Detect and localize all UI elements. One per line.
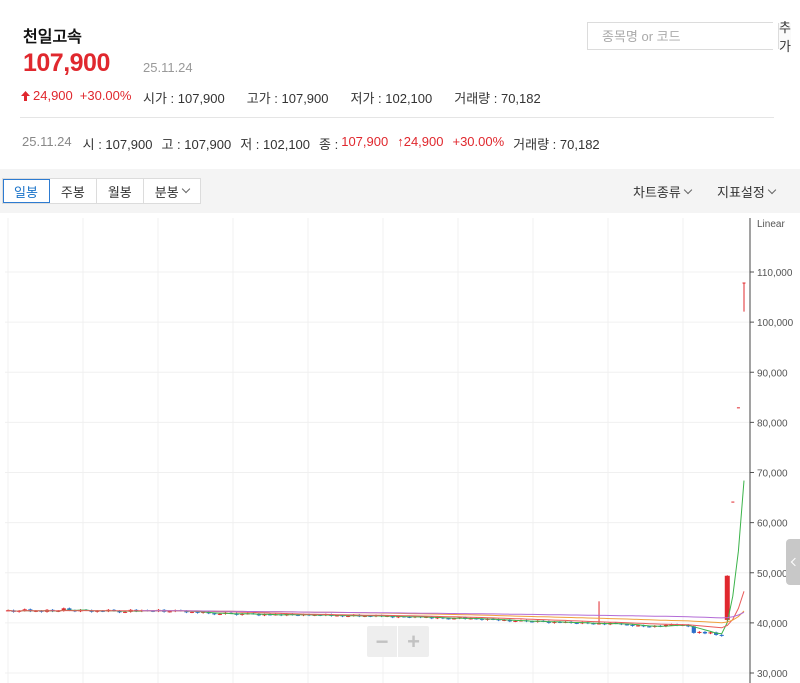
candle-body — [708, 632, 713, 634]
chevron-down-icon — [683, 185, 693, 194]
y-tick-label: 110,000 — [757, 268, 793, 279]
y-tick-label: 60,000 — [757, 519, 788, 530]
price-change: 24,900 +30.00% — [21, 88, 131, 103]
tab-weekly[interactable]: 주봉 — [50, 179, 97, 203]
summary-change: ↑24,900 — [397, 134, 444, 149]
candle-body — [630, 624, 635, 626]
current-price: 107,900 — [23, 49, 110, 77]
y-tick-label: 90,000 — [757, 368, 788, 379]
stock-search: 추가 — [587, 20, 791, 54]
y-tick-label: 50,000 — [757, 569, 788, 580]
summary-open: 시 : 107,900 — [82, 137, 153, 152]
change-amount: 24,900 — [33, 88, 73, 103]
zoom-controls: − + — [367, 626, 429, 657]
candle-body — [635, 625, 641, 627]
summary-close-label: 종 : — [319, 137, 339, 152]
y-tick-label: 70,000 — [757, 469, 788, 480]
summary-date: 25.11.24 — [22, 134, 72, 149]
indicator-label: 지표설정 — [717, 185, 765, 200]
y-tick-label: 100,000 — [757, 318, 794, 329]
summary-low: 저 : 102,100 — [240, 137, 311, 152]
moving-average-line — [7, 591, 745, 629]
candle-body — [217, 613, 222, 615]
chevron-left-icon — [790, 557, 799, 567]
add-button[interactable]: 추가 — [778, 20, 791, 54]
change-percent: +30.00% — [79, 88, 132, 103]
tab-minute[interactable]: 분봉 — [144, 179, 200, 203]
divider — [20, 117, 774, 118]
candle-body — [513, 620, 518, 622]
summary-high: 고 : 107,900 — [161, 137, 232, 152]
chart-type-menu[interactable]: 차트종류 — [633, 182, 693, 201]
search-input[interactable] — [588, 23, 778, 49]
summary-volume: 거래량 : 70,182 — [513, 137, 600, 152]
y-tick-label: 80,000 — [757, 418, 788, 429]
period-tabs: 일봉 주봉 월봉 분봉 — [2, 178, 201, 204]
panel-toggle-button[interactable] — [786, 539, 800, 585]
tab-minute-label: 분봉 — [154, 184, 179, 200]
y-tick-label: 30,000 — [757, 669, 788, 680]
candle-body — [731, 501, 735, 503]
candlestick-chart[interactable]: 110,000 100,000 90,000 80,000 70,000 60,000 50… — [0, 213, 800, 683]
candle-body — [647, 626, 652, 628]
ohlc-row: 시가 : 107,900 고가 : 107,900 저가 : 102,100 거… — [143, 88, 563, 107]
chevron-down-icon — [181, 184, 190, 194]
scale-label: Linear — [757, 219, 785, 230]
y-tick-label: 40,000 — [757, 619, 788, 630]
up-arrow-icon — [21, 90, 30, 101]
chart-toolbar: 일봉 주봉 월봉 분봉 차트종류 지표설정 — [0, 169, 800, 213]
price-date: 25.11.24 — [143, 60, 193, 75]
summary-close: 107,900 — [341, 134, 389, 149]
indicator-menu[interactable]: 지표설정 — [717, 182, 777, 201]
candle-body — [736, 407, 740, 409]
stock-name: 천일고속 — [23, 29, 82, 46]
candle-body — [697, 631, 702, 633]
tab-daily[interactable]: 일봉 — [3, 179, 50, 203]
candle-body — [742, 282, 746, 284]
high-price: 고가 : 107,900 — [246, 91, 329, 106]
candle-body — [719, 634, 724, 636]
summary-change-pct: +30.00% — [452, 134, 505, 149]
candle-summary: 25.11.24 시 : 107,900 고 : 107,900 저 : 102… — [22, 134, 609, 153]
zoom-out-button[interactable]: − — [367, 626, 398, 657]
open-price: 시가 : 107,900 — [143, 91, 225, 106]
candle-body — [189, 611, 195, 613]
chevron-down-icon — [767, 185, 777, 194]
tab-monthly[interactable]: 월봉 — [97, 179, 144, 203]
volume: 거래량 : 70,182 — [454, 91, 541, 106]
candle-body — [123, 611, 128, 613]
low-price: 저가 : 102,100 — [350, 91, 433, 106]
zoom-in-button[interactable]: + — [398, 626, 429, 657]
candle-body — [702, 631, 708, 634]
chart-type-label: 차트종류 — [633, 185, 681, 200]
